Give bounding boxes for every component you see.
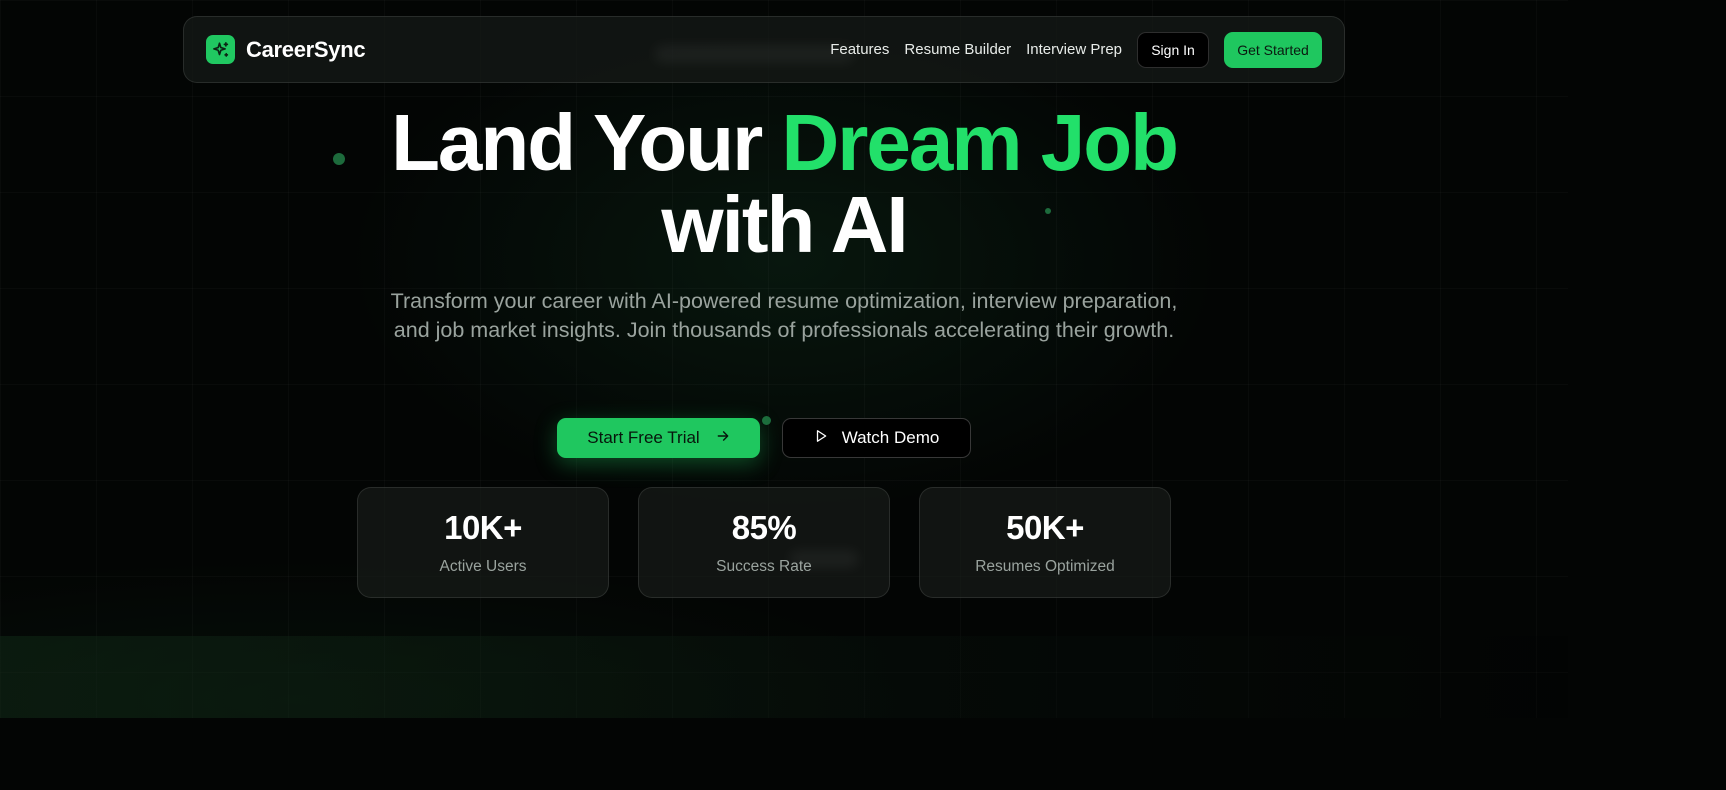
brand-name: CareerSync: [246, 36, 366, 62]
stat-value: 10K+: [444, 509, 522, 546]
start-free-trial-label: Start Free Trial: [587, 428, 700, 447]
stat-value: 50K+: [1006, 509, 1084, 546]
bottom-gradient-band: [0, 636, 1568, 718]
stat-card-success-rate: 85% Success Rate: [638, 487, 890, 598]
nav-link-interview-prep[interactable]: Interview Prep: [1026, 41, 1122, 58]
get-started-button[interactable]: Get Started: [1224, 31, 1322, 68]
hero-title-part2: with AI: [661, 180, 908, 269]
stat-card-active-users: 10K+ Active Users: [357, 487, 609, 598]
watch-demo-label: Watch Demo: [841, 428, 940, 447]
stat-label: Resumes Optimized: [975, 558, 1115, 575]
brand[interactable]: CareerSync: [206, 35, 366, 64]
hero-title-part1: Land Your: [391, 98, 782, 187]
watch-demo-button[interactable]: Watch Demo: [782, 418, 971, 458]
play-icon: [814, 428, 828, 448]
stat-label: Active Users: [439, 558, 527, 575]
landing-page: CareerSync Features Resume Builder Inter…: [0, 0, 1568, 718]
sign-in-button[interactable]: Sign In: [1137, 31, 1209, 68]
arrow-right-icon: [716, 428, 730, 448]
nav-links: Features Resume Builder Interview Prep S…: [830, 31, 1322, 68]
decorative-blur: [789, 550, 859, 568]
hero-title-accent: Dream Job: [781, 98, 1178, 187]
stat-value: 85%: [731, 509, 797, 546]
nav-link-resume-builder[interactable]: Resume Builder: [904, 41, 1011, 58]
hero-subtitle: Transform your career with AI-powered re…: [390, 289, 1178, 342]
cta-row: Start Free Trial Watch Demo: [557, 418, 971, 458]
top-navbar: CareerSync Features Resume Builder Inter…: [183, 16, 1345, 83]
stat-card-resumes-optimized: 50K+ Resumes Optimized: [919, 487, 1171, 598]
decorative-blur: [654, 45, 854, 63]
sparkles-icon: [206, 35, 235, 64]
start-free-trial-button[interactable]: Start Free Trial: [557, 418, 760, 458]
hero-title: Land Your Dream Job with AI: [0, 102, 1568, 266]
